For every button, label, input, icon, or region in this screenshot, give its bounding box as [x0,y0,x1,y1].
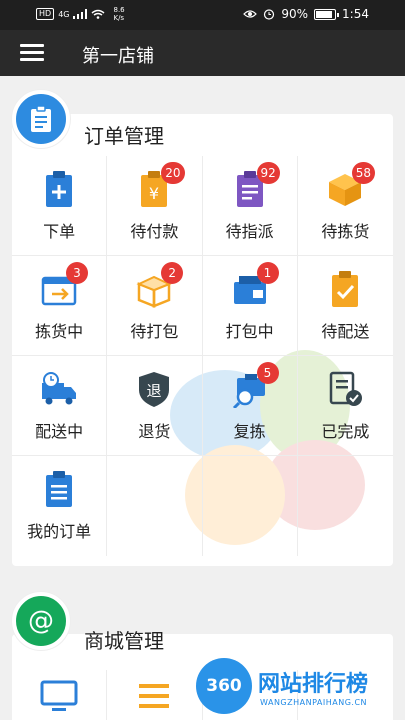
count-badge: 2 [161,262,184,284]
order-grid-row: 我的订单 [12,456,393,556]
order-section-title: 订单管理 [84,124,164,148]
order-item-label: 待付款 [130,222,179,241]
count-badge: 3 [66,262,88,284]
eye-icon [243,10,258,18]
svg-text:退: 退 [147,382,162,400]
count-badge: 1 [256,262,279,284]
delivery-truck-icon [42,372,77,405]
order-item-label: 拣货中 [35,322,84,341]
count-badge: 20 [161,162,185,184]
order-item-9[interactable]: 退退货 [107,356,203,456]
battery-icon [314,8,340,20]
mall-item-monitor[interactable] [12,670,108,720]
order-item-11[interactable]: 已完成 [298,356,393,456]
empty-cell [298,456,393,556]
count-badge: 58 [351,162,376,184]
hd-indicator: HD [36,8,55,20]
order-item-0[interactable]: 下单 [12,156,108,256]
clock: 1:54 [342,7,369,21]
order-item-8[interactable]: 配送中 [12,356,108,456]
net-speed: 8.6 K/s [113,6,125,22]
empty-cell [203,456,298,556]
order-item-label: 我的订单 [27,522,92,541]
order-item-3[interactable]: 待拣货 58 [298,156,393,256]
watermark-domain: WANGZHANPAIHANG.CN [260,698,368,707]
signal-indicator: 4G [58,9,70,19]
order-grid: 下单 ¥ 待付款 20 待指派 92 待拣货 58 拣货中 3 待打包 2 打包中 1 待配送 配送中退退货复… [12,156,393,556]
order-section-icon [12,90,70,148]
mall-section-icon: @ [12,592,70,650]
order-item-7[interactable]: 待配送 [298,256,393,356]
menu-button[interactable] [20,44,44,62]
page-title: 第一店铺 [82,46,154,67]
signal-bars-icon [73,9,88,19]
order-item-2[interactable]: 待指派 92 [203,156,298,256]
order-item-5[interactable]: 待打包 2 [107,256,203,356]
site-watermark: 360 网站排行榜 WANGZHANPAIHANG.CN [196,652,401,718]
order-item-label: 配送中 [35,422,84,441]
menu-icon [20,44,44,47]
order-item-label: 待指派 [225,222,274,241]
order-item-label: 待打包 [130,322,179,341]
mall-section-title: 商城管理 [84,629,164,653]
at-icon: @ [28,606,54,636]
status-bar: HD 4G 8.6 K/s 90% 1:54 [0,0,405,30]
monitor-icon [40,680,78,711]
empty-cell [107,456,203,556]
order-item-6[interactable]: 打包中 1 [203,256,298,356]
battery-percent: 90% [281,7,309,21]
order-item-label: 已完成 [321,422,370,441]
svg-text:¥: ¥ [149,184,159,203]
order-grid-row: 拣货中 3 待打包 2 打包中 1 待配送 [12,256,393,356]
order-item-label: 待配送 [321,322,370,341]
clipboard-check-icon [332,271,359,307]
app-header: 第一店铺 [0,30,405,76]
return-shield-icon: 退 [139,372,170,407]
order-item-label: 下单 [43,222,76,241]
order-grid-row: 下单 ¥ 待付款 20 待指派 92 待拣货 58 [12,156,393,256]
count-badge: 92 [256,162,280,184]
watermark-name: 网站排行榜 [258,672,369,697]
order-item-label: 退货 [138,422,171,441]
completed-icon [330,371,363,406]
order-item-12[interactable]: 我的订单 [12,456,108,556]
mall-item-list[interactable] [107,670,203,720]
count-badge: 5 [256,362,279,384]
alarm-icon [264,9,275,20]
order-grid-row: 配送中退退货 复拣 5 已完成 [12,356,393,456]
clipboard-plus-icon [46,171,73,207]
order-item-4[interactable]: 拣货中 3 [12,256,108,356]
order-item-10[interactable]: 复拣 5 [203,356,298,456]
clipboard-icon [31,105,51,132]
order-item-label: 打包中 [225,322,274,341]
watermark-logo: 360 [196,658,252,714]
my-orders-icon [46,471,73,507]
order-item-1[interactable]: ¥ 待付款 20 [107,156,203,256]
wifi-icon [92,9,105,19]
order-item-label: 复拣 [233,422,266,441]
order-item-label: 待拣货 [321,222,370,241]
list-icon [139,684,170,708]
